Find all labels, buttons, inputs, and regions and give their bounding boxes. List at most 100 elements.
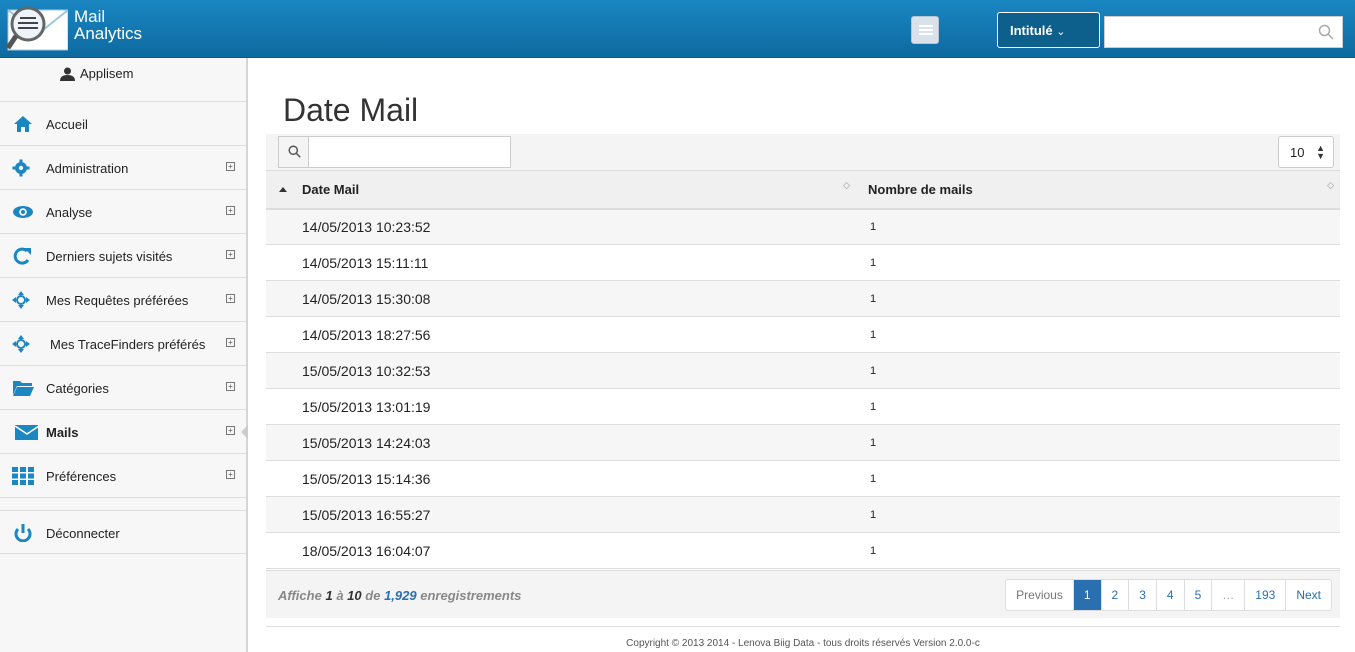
expand-icon[interactable]: +: [226, 470, 235, 479]
info-de: de: [365, 588, 381, 603]
table-row[interactable]: 14/05/2013 10:23:52 1: [266, 208, 1340, 245]
search-icon[interactable]: [1318, 24, 1334, 40]
copyright-text: Copyright © 2013 2014 - Lenova Biig Data…: [626, 638, 980, 649]
column-header-nombre-mails[interactable]: Nombre de mails ◇: [856, 170, 1340, 210]
sidebar-item-derniers-sujets[interactable]: Derniers sujets visités +: [0, 234, 246, 278]
cell-date-mail: 15/05/2013 14:24:03: [266, 424, 856, 461]
cell-nombre-mails: 1: [856, 460, 1340, 497]
pagination: Previous 1 2 3 4 5 … 193 Next: [1005, 579, 1332, 611]
table-search-button[interactable]: [279, 137, 309, 167]
updown-chevron-icon: ▲ ▼: [1316, 143, 1325, 161]
table-search-input[interactable]: [278, 136, 511, 168]
cell-date-mail: 14/05/2013 18:27:56: [266, 316, 856, 353]
table-row[interactable]: 15/05/2013 13:01:19 1: [266, 388, 1340, 425]
info-suffix: enregistrements: [420, 588, 522, 603]
expand-icon[interactable]: +: [226, 382, 235, 391]
sidebar-item-accueil[interactable]: Accueil: [0, 102, 246, 146]
table-row[interactable]: 14/05/2013 18:27:56 1: [266, 316, 1340, 353]
sidebar-item-mes-requetes[interactable]: Mes Requêtes préférées +: [0, 278, 246, 322]
page-button[interactable]: 1: [1072, 580, 1101, 610]
sidebar-item-mes-tracefinders[interactable]: Mes TraceFinders préférés +: [0, 322, 246, 366]
cell-date-mail: 15/05/2013 16:55:27: [266, 496, 856, 533]
envelope-icon: [14, 425, 38, 440]
table-row[interactable]: 18/05/2013 16:04:07 1: [266, 532, 1340, 569]
user-profile[interactable]: Applisem: [0, 58, 246, 102]
expand-icon[interactable]: +: [226, 206, 235, 215]
table-row[interactable]: 14/05/2013 15:30:08 1: [266, 280, 1340, 317]
sort-both-icon: ◇: [843, 180, 850, 190]
intitule-dropdown[interactable]: Intitulé ⌄: [997, 12, 1100, 48]
refresh-icon: [13, 247, 31, 265]
sidebar-item-label: Mes TraceFinders préférés: [50, 337, 206, 352]
table-footer: Affiche 1 à 10 de 1,929 enregistrements …: [266, 570, 1340, 618]
page-button[interactable]: 5: [1183, 580, 1212, 610]
page-button[interactable]: 3: [1128, 580, 1156, 610]
cell-nombre-mails: 1: [856, 244, 1340, 281]
sidebar-item-categories[interactable]: Catégories +: [0, 366, 246, 410]
active-indicator-icon: [241, 425, 248, 439]
chevron-down-icon: ⌄: [1056, 26, 1066, 38]
cell-date-mail: 14/05/2013 15:30:08: [266, 280, 856, 317]
mail-analytics-logo-icon[interactable]: [5, 4, 69, 56]
cell-nombre-mails: 1: [856, 280, 1340, 317]
expand-icon[interactable]: +: [226, 250, 235, 259]
sidebar-item-label: Accueil: [46, 117, 88, 132]
cell-nombre-mails: 1: [856, 388, 1340, 425]
table-row[interactable]: 14/05/2013 15:11:11 1: [266, 244, 1340, 281]
sidebar-item-label: Mes Requêtes préférées: [46, 293, 189, 308]
sidebar-item-administration[interactable]: Administration +: [0, 146, 246, 190]
sidebar-item-label: Administration: [46, 161, 129, 176]
cell-nombre-mails: 1: [856, 424, 1340, 461]
sidebar-item-mails[interactable]: Mails +: [0, 410, 248, 454]
page-button[interactable]: 193: [1244, 580, 1285, 610]
table-header-row: Date Mail ◇ Nombre de mails ◇: [266, 170, 1340, 210]
previous-page-button[interactable]: Previous: [1006, 580, 1073, 610]
eye-icon: [13, 206, 33, 218]
table-row[interactable]: 15/05/2013 16:55:27 1: [266, 496, 1340, 533]
menu-bar-icon: [919, 29, 933, 31]
menu-bar-icon: [919, 25, 933, 27]
sidebar-item-label: Préférences: [46, 469, 117, 484]
user-icon: [60, 67, 75, 81]
page-size-value: 10: [1290, 145, 1305, 160]
table-row[interactable]: 15/05/2013 10:32:53 1: [266, 352, 1340, 389]
brand-line-1: Mail: [74, 7, 106, 26]
info-to: 10: [347, 588, 362, 603]
table-body: 14/05/2013 10:23:52 1 14/05/2013 15:11:11 1…: [266, 208, 1340, 569]
table-row[interactable]: 15/05/2013 15:14:36 1: [266, 460, 1340, 497]
data-table: Date Mail ◇ Nombre de mails ◇ 14/05/2013…: [266, 170, 1340, 569]
page-button[interactable]: 2: [1100, 580, 1129, 610]
cell-nombre-mails: 1: [856, 208, 1340, 245]
table-row[interactable]: 15/05/2013 14:24:03 1: [266, 424, 1340, 461]
column-header-label: Nombre de mails: [868, 181, 973, 197]
info-mid: à: [336, 588, 344, 603]
power-icon: [14, 524, 32, 542]
expand-icon[interactable]: +: [226, 162, 235, 171]
cell-date-mail: 18/05/2013 16:04:07: [266, 532, 856, 569]
page-ellipsis: …: [1211, 580, 1244, 610]
top-search-input[interactable]: [1104, 16, 1343, 48]
intitule-label: Intitulé: [1010, 23, 1053, 38]
sidebar-item-preferences[interactable]: Préférences +: [0, 454, 246, 498]
menu-toggle-button[interactable]: [911, 16, 939, 44]
expand-icon[interactable]: +: [226, 294, 235, 303]
records-info: Affiche 1 à 10 de 1,929 enregistrements: [278, 588, 521, 603]
sidebar-item-label: Analyse: [46, 205, 93, 220]
expand-icon[interactable]: +: [226, 338, 235, 347]
sidebar: Applisem Accueil Administration + Analys…: [0, 58, 248, 652]
next-page-button[interactable]: Next: [1285, 580, 1331, 610]
top-bar: Mail Analytics Intitulé ⌄: [0, 0, 1355, 58]
brand-name: Mail Analytics: [74, 8, 142, 42]
logout-button[interactable]: Déconnecter: [0, 510, 246, 554]
cell-nombre-mails: 1: [856, 532, 1340, 569]
crosshair-icon: [12, 291, 30, 309]
column-header-date-mail[interactable]: Date Mail ◇: [266, 170, 856, 210]
page-button[interactable]: 4: [1155, 580, 1184, 610]
search-icon: [288, 145, 301, 158]
sidebar-item-analyse[interactable]: Analyse +: [0, 190, 246, 234]
cell-date-mail: 14/05/2013 10:23:52: [266, 208, 856, 245]
expand-icon[interactable]: +: [226, 426, 235, 435]
cell-nombre-mails: 1: [856, 316, 1340, 353]
page-size-select[interactable]: 10 ▲ ▼: [1278, 136, 1334, 168]
